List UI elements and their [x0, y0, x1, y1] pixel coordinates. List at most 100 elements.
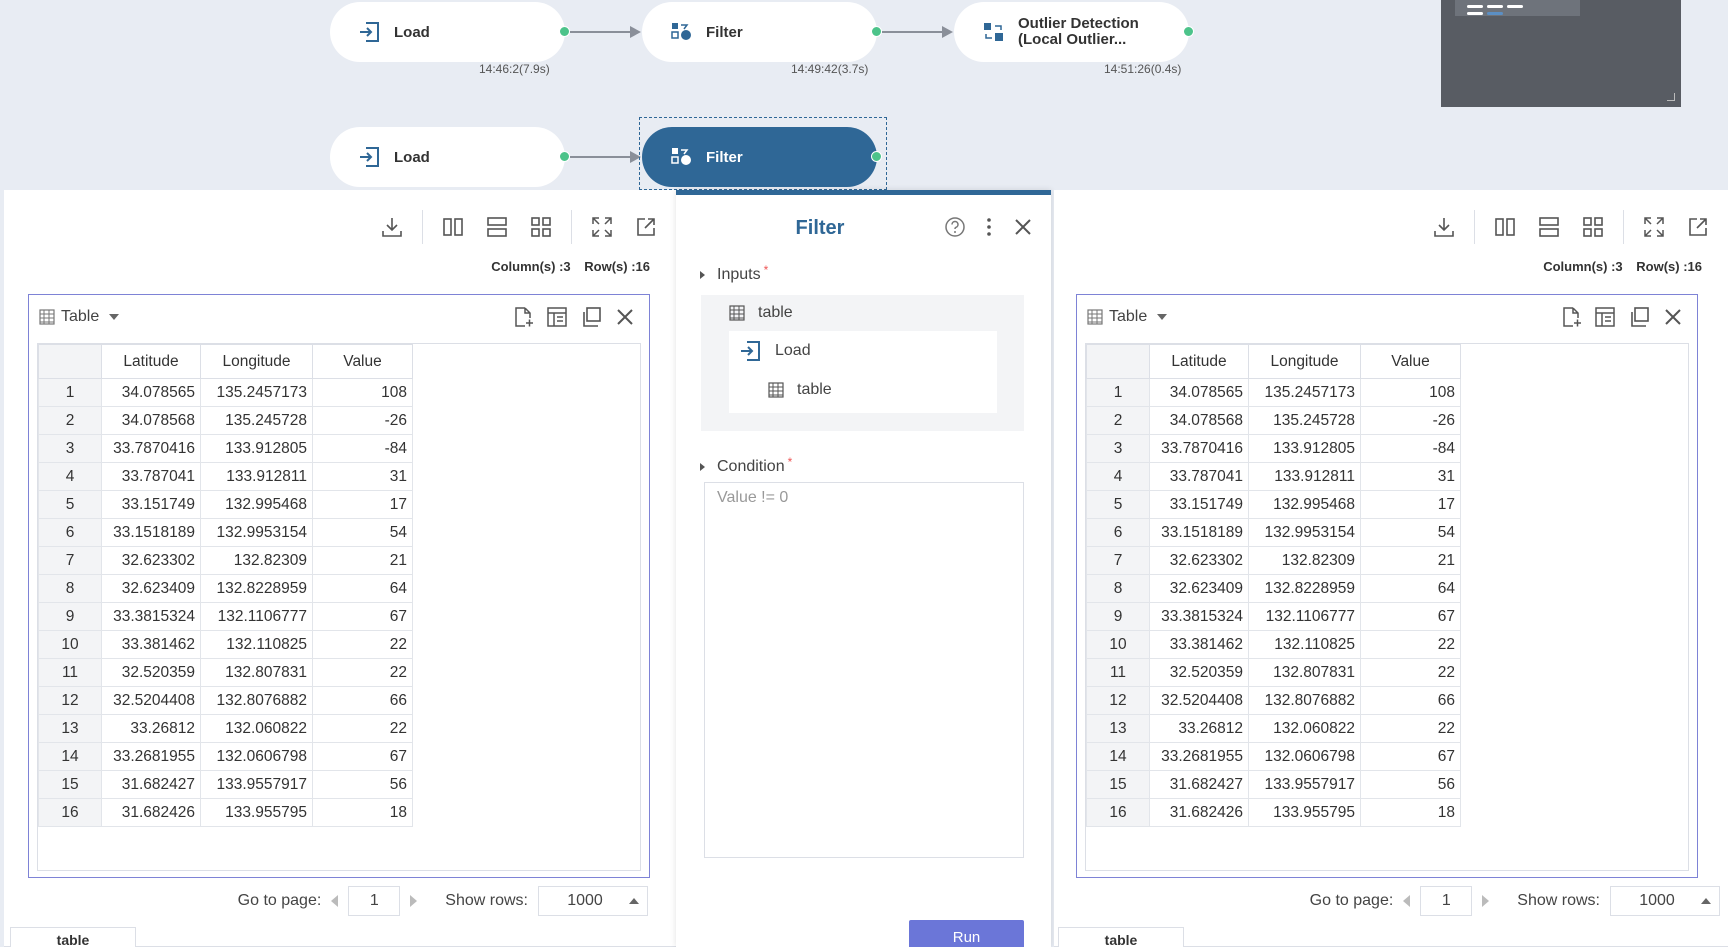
next-page-icon[interactable]	[1482, 895, 1490, 907]
table-cell[interactable]: 33.2681955	[1149, 742, 1249, 771]
table-cell[interactable]: 67	[312, 742, 413, 771]
table-cell[interactable]: -84	[312, 434, 413, 463]
table-cell[interactable]: 32.520359	[1149, 658, 1249, 687]
table-cell[interactable]: 132.82309	[1248, 546, 1361, 575]
table-row[interactable]: 14 33.2681955 132.0606798 67	[38, 742, 413, 771]
node-load-1[interactable]: Load	[330, 2, 565, 62]
table-cell[interactable]: 33.1518189	[1149, 518, 1249, 547]
node-load-2[interactable]: Load	[330, 127, 565, 187]
table-cell[interactable]: 33.3815324	[101, 602, 201, 631]
maximize-icon[interactable]	[1640, 213, 1668, 241]
table-cell[interactable]: 56	[1360, 770, 1461, 799]
table-cell[interactable]: 132.0606798	[1248, 742, 1361, 771]
table-cell[interactable]: 21	[312, 546, 413, 575]
table-cell[interactable]: 132.110825	[1248, 630, 1361, 659]
table-cell[interactable]: 132.1106777	[1248, 602, 1361, 631]
split-horizontal-icon[interactable]	[1535, 213, 1563, 241]
table-cell[interactable]: 31.682427	[101, 770, 201, 799]
table-cell[interactable]: 17	[312, 490, 413, 519]
table-cell[interactable]: 66	[312, 686, 413, 715]
table-cell[interactable]: 67	[312, 602, 413, 631]
sheet-tab[interactable]: table	[10, 927, 136, 947]
table-cell[interactable]: 133.9557917	[1248, 770, 1361, 799]
column-header[interactable]: Value	[1360, 344, 1461, 379]
table-cell[interactable]: 18	[312, 798, 413, 827]
table-row[interactable]: 12 32.5204408 132.8076882 66	[1086, 686, 1461, 715]
table-cell[interactable]: -26	[312, 406, 413, 435]
output-port[interactable]	[871, 151, 882, 162]
input-table-row[interactable]: table	[728, 304, 793, 322]
table-cell[interactable]: 132.807831	[200, 658, 313, 687]
page-input[interactable]: 1	[348, 886, 401, 916]
page-input[interactable]: 1	[1420, 886, 1473, 916]
table-cell[interactable]: 33.1518189	[101, 518, 201, 547]
table-row[interactable]: 4 33.787041 133.912811 31	[1086, 462, 1461, 491]
table-cell[interactable]: 56	[312, 770, 413, 799]
pipeline-canvas[interactable]: Load 14:46:2(7.9s) Filter 14:49:42(3.7s)…	[0, 0, 1728, 190]
download-icon[interactable]	[1430, 213, 1458, 241]
table-row[interactable]: 13 33.26812 132.060822 22	[38, 714, 413, 743]
data-grid[interactable]: Latitude Longitude Value 1 34.078565 135.2…	[37, 343, 641, 871]
table-cell[interactable]: 132.807831	[1248, 658, 1361, 687]
table-cell[interactable]: -26	[1360, 406, 1461, 435]
chevron-down-icon[interactable]	[1157, 314, 1168, 320]
column-header[interactable]: Value	[312, 344, 413, 379]
table-cell[interactable]: 32.520359	[101, 658, 201, 687]
table-cell[interactable]: 22	[312, 630, 413, 659]
table-row[interactable]: 1 34.078565 135.2457173 108	[38, 378, 413, 407]
download-icon[interactable]	[378, 213, 406, 241]
table-cell[interactable]: 31.682426	[101, 798, 201, 827]
table-settings-icon[interactable]	[1593, 305, 1617, 329]
table-cell[interactable]: 132.1106777	[200, 602, 313, 631]
table-row[interactable]: 5 33.151749 132.995468 17	[38, 490, 413, 519]
table-cell[interactable]: 33.151749	[1149, 490, 1249, 519]
table-row[interactable]: 15 31.682427 133.9557917 56	[1086, 770, 1461, 799]
table-cell[interactable]: 54	[312, 518, 413, 547]
table-cell[interactable]: 67	[1360, 742, 1461, 771]
table-cell[interactable]: 132.060822	[200, 714, 313, 743]
output-port[interactable]	[871, 26, 882, 37]
table-cell[interactable]: 33.787041	[1149, 462, 1249, 491]
copy-icon[interactable]	[1627, 305, 1651, 329]
table-cell[interactable]: 33.151749	[101, 490, 201, 519]
condition-section-header[interactable]: Condition *	[700, 455, 792, 476]
output-port[interactable]	[1183, 26, 1194, 37]
help-icon[interactable]	[943, 215, 967, 239]
column-header[interactable]: Latitude	[1149, 344, 1249, 379]
table-cell[interactable]: 132.995468	[200, 490, 313, 519]
table-row[interactable]: 11 32.520359 132.807831 22	[1086, 658, 1461, 687]
table-cell[interactable]: 34.078568	[101, 406, 201, 435]
table-row[interactable]: 11 32.520359 132.807831 22	[38, 658, 413, 687]
table-cell[interactable]: 132.9953154	[1248, 518, 1361, 547]
table-cell[interactable]: 66	[1360, 686, 1461, 715]
new-sheet-icon[interactable]	[1559, 305, 1583, 329]
show-rows-select[interactable]: 1000	[1610, 886, 1720, 916]
more-options-icon[interactable]	[977, 215, 1001, 239]
minimap[interactable]	[1441, 0, 1681, 107]
column-header[interactable]: Longitude	[1248, 344, 1361, 379]
input-source-table-row[interactable]: table	[767, 381, 832, 399]
prev-page-icon[interactable]	[1403, 895, 1411, 907]
table-cell[interactable]: 33.7870416	[1149, 434, 1249, 463]
close-icon[interactable]	[1661, 305, 1685, 329]
table-cell[interactable]: 135.2457173	[1248, 378, 1361, 407]
table-cell[interactable]: 135.245728	[200, 406, 313, 435]
table-cell[interactable]: 34.078565	[1149, 378, 1249, 407]
table-row[interactable]: 16 31.682426 133.955795 18	[38, 798, 413, 827]
grid-layout-icon[interactable]	[527, 213, 555, 241]
inputs-section-header[interactable]: Inputs *	[700, 263, 768, 284]
table-row[interactable]: 10 33.381462 132.110825 22	[38, 630, 413, 659]
table-cell[interactable]: 54	[1360, 518, 1461, 547]
table-cell[interactable]: 21	[1360, 546, 1461, 575]
table-cell[interactable]: 22	[1360, 714, 1461, 743]
output-port[interactable]	[559, 26, 570, 37]
table-row[interactable]: 13 33.26812 132.060822 22	[1086, 714, 1461, 743]
table-cell[interactable]: -84	[1360, 434, 1461, 463]
next-page-icon[interactable]	[410, 895, 418, 907]
table-cell[interactable]: 133.9557917	[200, 770, 313, 799]
table-row[interactable]: 6 33.1518189 132.9953154 54	[1086, 518, 1461, 547]
maximize-icon[interactable]	[588, 213, 616, 241]
show-rows-select[interactable]: 1000	[538, 886, 648, 916]
table-cell[interactable]: 22	[1360, 630, 1461, 659]
table-cell[interactable]: 33.381462	[1149, 630, 1249, 659]
